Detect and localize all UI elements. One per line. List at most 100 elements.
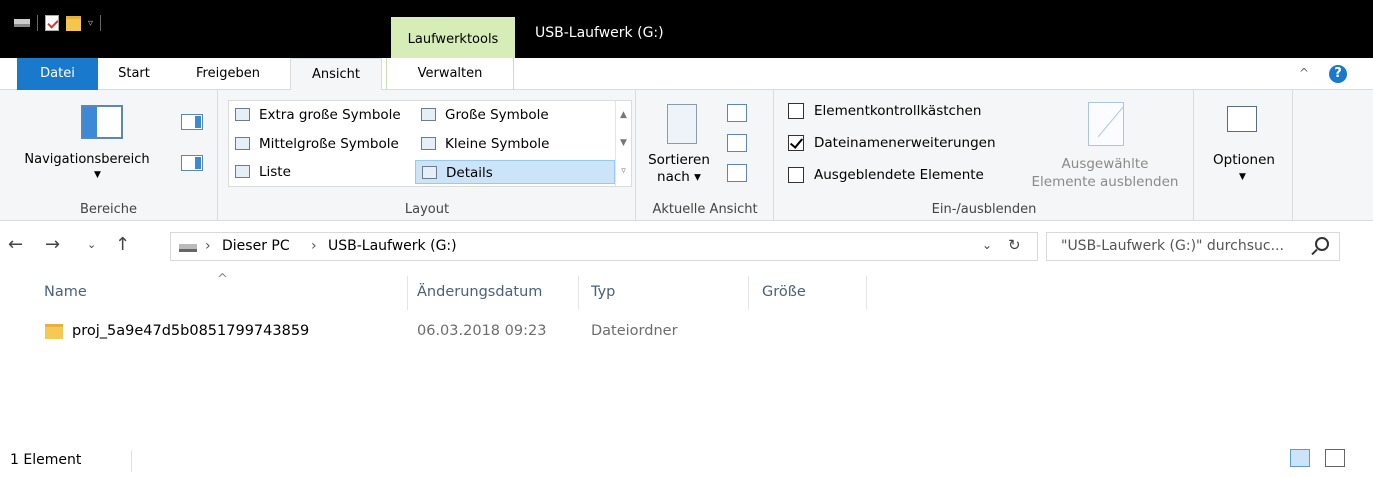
- drive-icon[interactable]: [14, 19, 30, 27]
- properties-icon[interactable]: [45, 15, 59, 31]
- ribbon-ansicht: Navigationsbereich ▼ Bereiche Extra groß…: [0, 90, 1373, 221]
- column-date[interactable]: Änderungsdatum: [417, 284, 542, 300]
- hidden-items-option[interactable]: Ausgeblendete Elemente: [788, 164, 984, 186]
- group-label: Layout: [404, 202, 450, 217]
- item-checkboxes-option[interactable]: Elementkontrollkästchen: [788, 100, 981, 122]
- customize-toolbar-icon[interactable]: ▿: [88, 18, 93, 29]
- size-columns-icon[interactable]: [727, 164, 747, 182]
- address-dropdown-icon[interactable]: ⌄: [982, 238, 992, 252]
- column-name[interactable]: Name: [44, 284, 87, 300]
- sort-icon[interactable]: [667, 104, 697, 144]
- medium-icons-icon: [235, 137, 250, 150]
- tab-datei[interactable]: Datei: [17, 58, 98, 90]
- group-by-icon[interactable]: [727, 104, 747, 122]
- search-field[interactable]: "USB-Laufwerk (G:)" durchsuc...: [1046, 232, 1340, 261]
- small-icons-icon: [421, 137, 436, 150]
- column-divider[interactable]: [866, 276, 867, 310]
- column-headers: ^ Name Änderungsdatum Typ Größe: [0, 270, 1373, 314]
- window-title: USB-Laufwerk (G:): [535, 25, 664, 41]
- toolbar-divider: [100, 15, 102, 31]
- group-bereiche: Navigationsbereich ▼ Bereiche: [0, 90, 218, 221]
- expand-gallery-icon[interactable]: ▿: [616, 157, 631, 185]
- file-type: Dateiordner: [591, 323, 678, 339]
- refresh-icon[interactable]: ↻: [1008, 236, 1021, 254]
- tab-freigeben[interactable]: Freigeben: [180, 58, 276, 90]
- details-view-icon[interactable]: [1290, 449, 1310, 467]
- tab-verwalten[interactable]: Verwalten: [386, 58, 514, 90]
- breadcrumb-separator[interactable]: ›: [311, 238, 317, 254]
- layout-extra-large-icons[interactable]: Extra große Symbole: [229, 103, 401, 127]
- hide-selected-icon: [1088, 102, 1124, 146]
- group-aktuelle-ansicht: Sortieren nach ▾ Aktuelle Ansicht: [637, 90, 774, 221]
- sort-ascending-icon: ^: [217, 272, 228, 287]
- layout-scroller[interactable]: ▲ ▼ ▿: [615, 101, 631, 186]
- details-icon: [422, 166, 437, 179]
- tab-start[interactable]: Start: [104, 58, 164, 90]
- column-divider[interactable]: [578, 276, 579, 310]
- group-label: Bereiche: [80, 202, 137, 217]
- item-count: 1 Element: [10, 452, 82, 468]
- item-checkboxes-checkbox[interactable]: [788, 103, 804, 119]
- context-tab-laufwerktools: Laufwerktools: [391, 17, 515, 58]
- search-icon[interactable]: [1315, 237, 1329, 251]
- folder-icon: [45, 324, 63, 339]
- layout-list[interactable]: Liste: [229, 160, 291, 184]
- options-button[interactable]: Optionen: [1195, 152, 1293, 168]
- back-icon[interactable]: ←: [8, 234, 23, 255]
- breadcrumb-dieser-pc[interactable]: Dieser PC: [222, 238, 290, 254]
- chevron-down-icon: ▼: [94, 170, 101, 180]
- up-icon[interactable]: ↑: [115, 234, 130, 255]
- chevron-down-icon: ▼: [1239, 172, 1246, 182]
- file-name: proj_5a9e47d5b0851799743859: [72, 323, 310, 339]
- group-label: Ein-/ausblenden: [931, 202, 1037, 217]
- drive-icon: [179, 244, 197, 252]
- layout-large-icons[interactable]: Große Symbole: [415, 103, 549, 127]
- toolbar-divider: [37, 15, 38, 31]
- large-icons-icon: [421, 108, 436, 121]
- address-field[interactable]: › Dieser PC › USB-Laufwerk (G:) ⌄ ↻: [170, 232, 1038, 261]
- group-optionen: Optionen ▼: [1195, 90, 1293, 221]
- group-label: Aktuelle Ansicht: [652, 202, 758, 217]
- layout-details[interactable]: Details: [415, 160, 615, 184]
- layout-gallery: Extra große Symbole Große Symbole Mittel…: [228, 100, 632, 187]
- column-type[interactable]: Typ: [591, 284, 615, 300]
- status-bar: 1 Element: [0, 446, 1373, 477]
- details-pane-icon[interactable]: [181, 155, 203, 171]
- address-bar-row: ← → ⌄ ↑ › Dieser PC › USB-Laufwerk (G:) …: [0, 228, 1373, 264]
- layout-medium-icons[interactable]: Mittelgroße Symbole: [229, 132, 399, 156]
- group-layout: Extra große Symbole Große Symbole Mittel…: [219, 90, 636, 221]
- list-icon: [235, 165, 250, 178]
- column-divider[interactable]: [407, 276, 408, 310]
- large-icons-view-icon[interactable]: [1325, 449, 1345, 467]
- search-placeholder: "USB-Laufwerk (G:)" durchsuc...: [1061, 238, 1284, 254]
- file-extensions-option[interactable]: Dateinamenerweiterungen: [788, 132, 996, 154]
- column-size[interactable]: Größe: [762, 284, 806, 300]
- navigation-pane-button[interactable]: Navigationsbereich: [2, 152, 172, 167]
- hide-selected-button[interactable]: Ausgewählte Elemente ausblenden: [1020, 155, 1190, 191]
- preview-pane-icon[interactable]: [181, 114, 203, 130]
- scroll-down-icon[interactable]: ▼: [616, 129, 631, 157]
- breadcrumb-separator[interactable]: ›: [205, 238, 211, 254]
- sort-by-button[interactable]: Sortieren nach ▾: [648, 152, 710, 186]
- options-icon[interactable]: [1227, 106, 1257, 132]
- forward-icon[interactable]: →: [45, 234, 60, 255]
- collapse-ribbon-icon[interactable]: ^: [1299, 66, 1309, 80]
- table-row[interactable]: proj_5a9e47d5b0851799743859 06.03.2018 0…: [0, 314, 1373, 348]
- tab-ansicht[interactable]: Ansicht: [290, 58, 382, 91]
- status-divider: [131, 450, 132, 472]
- new-folder-icon[interactable]: [66, 15, 81, 31]
- scroll-up-icon[interactable]: ▲: [616, 101, 631, 129]
- help-icon[interactable]: ?: [1329, 65, 1347, 83]
- title-bar: ▿ Laufwerktools USB-Laufwerk (G:): [0, 0, 1373, 58]
- group-ein-ausblenden: Elementkontrollkästchen Dateinamenerweit…: [775, 90, 1194, 221]
- layout-small-icons[interactable]: Kleine Symbole: [415, 132, 549, 156]
- file-date: 06.03.2018 09:23: [417, 323, 547, 339]
- breadcrumb-usb-laufwerk[interactable]: USB-Laufwerk (G:): [328, 238, 457, 254]
- file-extensions-checkbox[interactable]: [788, 135, 804, 151]
- column-divider[interactable]: [748, 276, 749, 310]
- recent-locations-icon[interactable]: ⌄: [87, 238, 96, 251]
- add-columns-icon[interactable]: [727, 134, 747, 152]
- quick-access-toolbar: ▿: [14, 14, 102, 32]
- navigation-pane-icon[interactable]: [81, 105, 123, 139]
- hidden-items-checkbox[interactable]: [788, 167, 804, 183]
